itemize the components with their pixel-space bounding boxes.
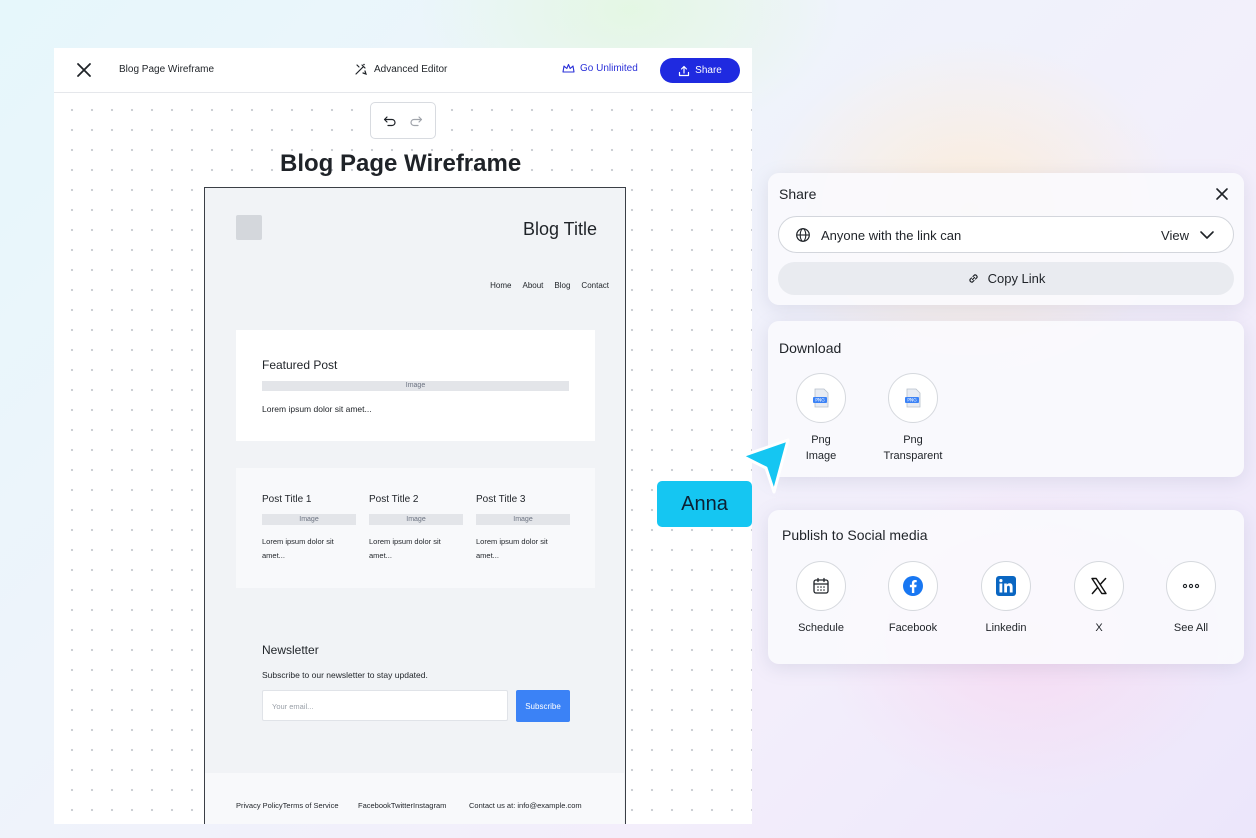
- post-title: Post Title 1: [262, 494, 312, 505]
- image-placeholder: Image: [369, 514, 463, 525]
- png-transparent-button[interactable]: PNG: [888, 373, 938, 423]
- link-access-label: Anyone with the link can: [821, 228, 962, 243]
- linkedin-label: Linkedin: [985, 622, 1027, 634]
- download-label-line: Transparent: [883, 450, 943, 462]
- featured-post-desc: Lorem ipsum dolor sit amet...: [262, 404, 372, 414]
- share-button-label: Share: [695, 65, 722, 76]
- go-unlimited-link[interactable]: Go Unlimited: [562, 63, 638, 74]
- post-desc: Lorem ipsum dolor sit amet...: [476, 537, 548, 560]
- post-desc: Lorem ipsum dolor sit amet...: [369, 537, 441, 560]
- schedule-label: Schedule: [798, 622, 844, 634]
- post-title: Post Title 3: [476, 494, 526, 505]
- linkedin-icon: [996, 576, 1016, 596]
- see-all-button[interactable]: [1166, 561, 1216, 611]
- posts-grid: Post Title 1 Image Lorem ipsum dolor sit…: [236, 468, 595, 588]
- upload-icon: [679, 65, 690, 76]
- linkedin-button[interactable]: [981, 561, 1031, 611]
- advanced-editor-label: Advanced Editor: [374, 63, 448, 75]
- chevron-down-icon: [1200, 231, 1214, 239]
- go-unlimited-label: Go Unlimited: [580, 63, 638, 74]
- wireframe-footer: Privacy PolicyTerms of Service FacebookT…: [205, 773, 624, 824]
- post-card: Post Title 3 Image Lorem ipsum dolor sit…: [476, 494, 570, 563]
- link-access-value: View: [1161, 228, 1189, 243]
- featured-post-title: Featured Post: [262, 358, 338, 372]
- share-button[interactable]: Share: [660, 58, 740, 83]
- editor-topbar: Blog Page Wireframe Advanced Editor Go U…: [54, 48, 752, 93]
- featured-post-card: Featured Post Image Lorem ipsum dolor si…: [236, 330, 595, 441]
- download-label-line: Image: [805, 450, 837, 462]
- wireframe-nav: Home About Blog Contact: [490, 281, 609, 290]
- download-label-line: Png: [903, 434, 923, 446]
- png-file-icon: PNG: [905, 388, 921, 408]
- close-editor-button[interactable]: [74, 60, 94, 80]
- post-card: Post Title 2 Image Lorem ipsum dolor sit…: [369, 494, 463, 563]
- undo-icon: [383, 115, 396, 126]
- collaborator-tag: Anna: [657, 481, 752, 527]
- undo-redo-group: [370, 102, 436, 139]
- nav-blog[interactable]: Blog: [554, 281, 570, 290]
- image-placeholder: Image: [262, 381, 569, 391]
- share-panel-title: Share: [779, 186, 817, 202]
- facebook-button[interactable]: [888, 561, 938, 611]
- social-panel-title: Publish to Social media: [782, 527, 928, 543]
- crown-icon: [562, 63, 575, 73]
- x-button[interactable]: [1074, 561, 1124, 611]
- image-placeholder: Image: [262, 514, 356, 525]
- download-panel: Download PNG Png Image PNG Png Transpare…: [768, 321, 1244, 477]
- social-panel: Publish to Social media Schedule Faceboo…: [768, 510, 1244, 664]
- download-label-line: Png: [811, 434, 831, 446]
- redo-button[interactable]: [409, 115, 423, 127]
- calendar-icon: [813, 577, 829, 594]
- wireframe-frame[interactable]: Blog Title Home About Blog Contact Featu…: [204, 187, 626, 824]
- post-title: Post Title 2: [369, 494, 419, 505]
- footer-legal-links[interactable]: Privacy PolicyTerms of Service: [236, 801, 339, 810]
- footer-contact: Contact us at: info@example.com: [469, 801, 582, 810]
- download-panel-title: Download: [779, 340, 842, 356]
- advanced-editor-button[interactable]: Advanced Editor: [354, 62, 447, 76]
- nav-contact[interactable]: Contact: [581, 281, 609, 290]
- png-image-label: Png Image: [790, 432, 852, 464]
- undo-button[interactable]: [383, 115, 397, 127]
- post-card: Post Title 1 Image Lorem ipsum dolor sit…: [262, 494, 356, 563]
- newsletter-subtitle: Subscribe to our newsletter to stay upda…: [262, 670, 428, 680]
- close-icon: [1216, 188, 1228, 200]
- png-image-button[interactable]: PNG: [796, 373, 846, 423]
- image-placeholder: Image: [476, 514, 570, 525]
- png-transparent-label: Png Transparent: [874, 432, 952, 464]
- close-icon: [77, 63, 91, 77]
- logo-placeholder: [236, 215, 262, 240]
- png-badge: PNG: [815, 398, 825, 404]
- globe-icon: [796, 228, 810, 242]
- close-share-panel-button[interactable]: [1214, 186, 1230, 202]
- post-desc: Lorem ipsum dolor sit amet...: [262, 537, 334, 560]
- schedule-button[interactable]: [796, 561, 846, 611]
- link-icon: [968, 274, 978, 283]
- x-icon: [1091, 577, 1107, 595]
- document-name: Blog Page Wireframe: [119, 64, 215, 75]
- canvas-title: Blog Page Wireframe: [280, 150, 522, 177]
- email-field[interactable]: Your email...: [262, 690, 508, 721]
- png-file-icon: PNG: [813, 388, 829, 408]
- magic-tools-icon: [355, 63, 367, 75]
- more-icon: [1182, 583, 1200, 589]
- png-badge: PNG: [907, 398, 917, 404]
- facebook-icon: [903, 576, 923, 596]
- link-access-select[interactable]: Anyone with the link can View: [778, 216, 1234, 253]
- footer-social-links[interactable]: FacebookTwitterInstagram: [358, 801, 446, 810]
- nav-about[interactable]: About: [523, 281, 544, 290]
- editor-window: Blog Page Wireframe Advanced Editor Go U…: [54, 48, 752, 824]
- share-panel: Share Anyone with the link can View Copy…: [768, 173, 1244, 305]
- see-all-label: See All: [1173, 622, 1209, 634]
- newsletter-title: Newsletter: [262, 643, 319, 657]
- facebook-label: Facebook: [888, 622, 938, 634]
- copy-link-button[interactable]: Copy Link: [778, 262, 1234, 295]
- x-label: X: [1095, 622, 1103, 634]
- nav-home[interactable]: Home: [490, 281, 511, 290]
- copy-link-label: Copy Link: [987, 271, 1046, 286]
- subscribe-button[interactable]: Subscribe: [516, 690, 570, 722]
- blog-title: Blog Title: [522, 219, 597, 239]
- redo-icon: [410, 115, 423, 126]
